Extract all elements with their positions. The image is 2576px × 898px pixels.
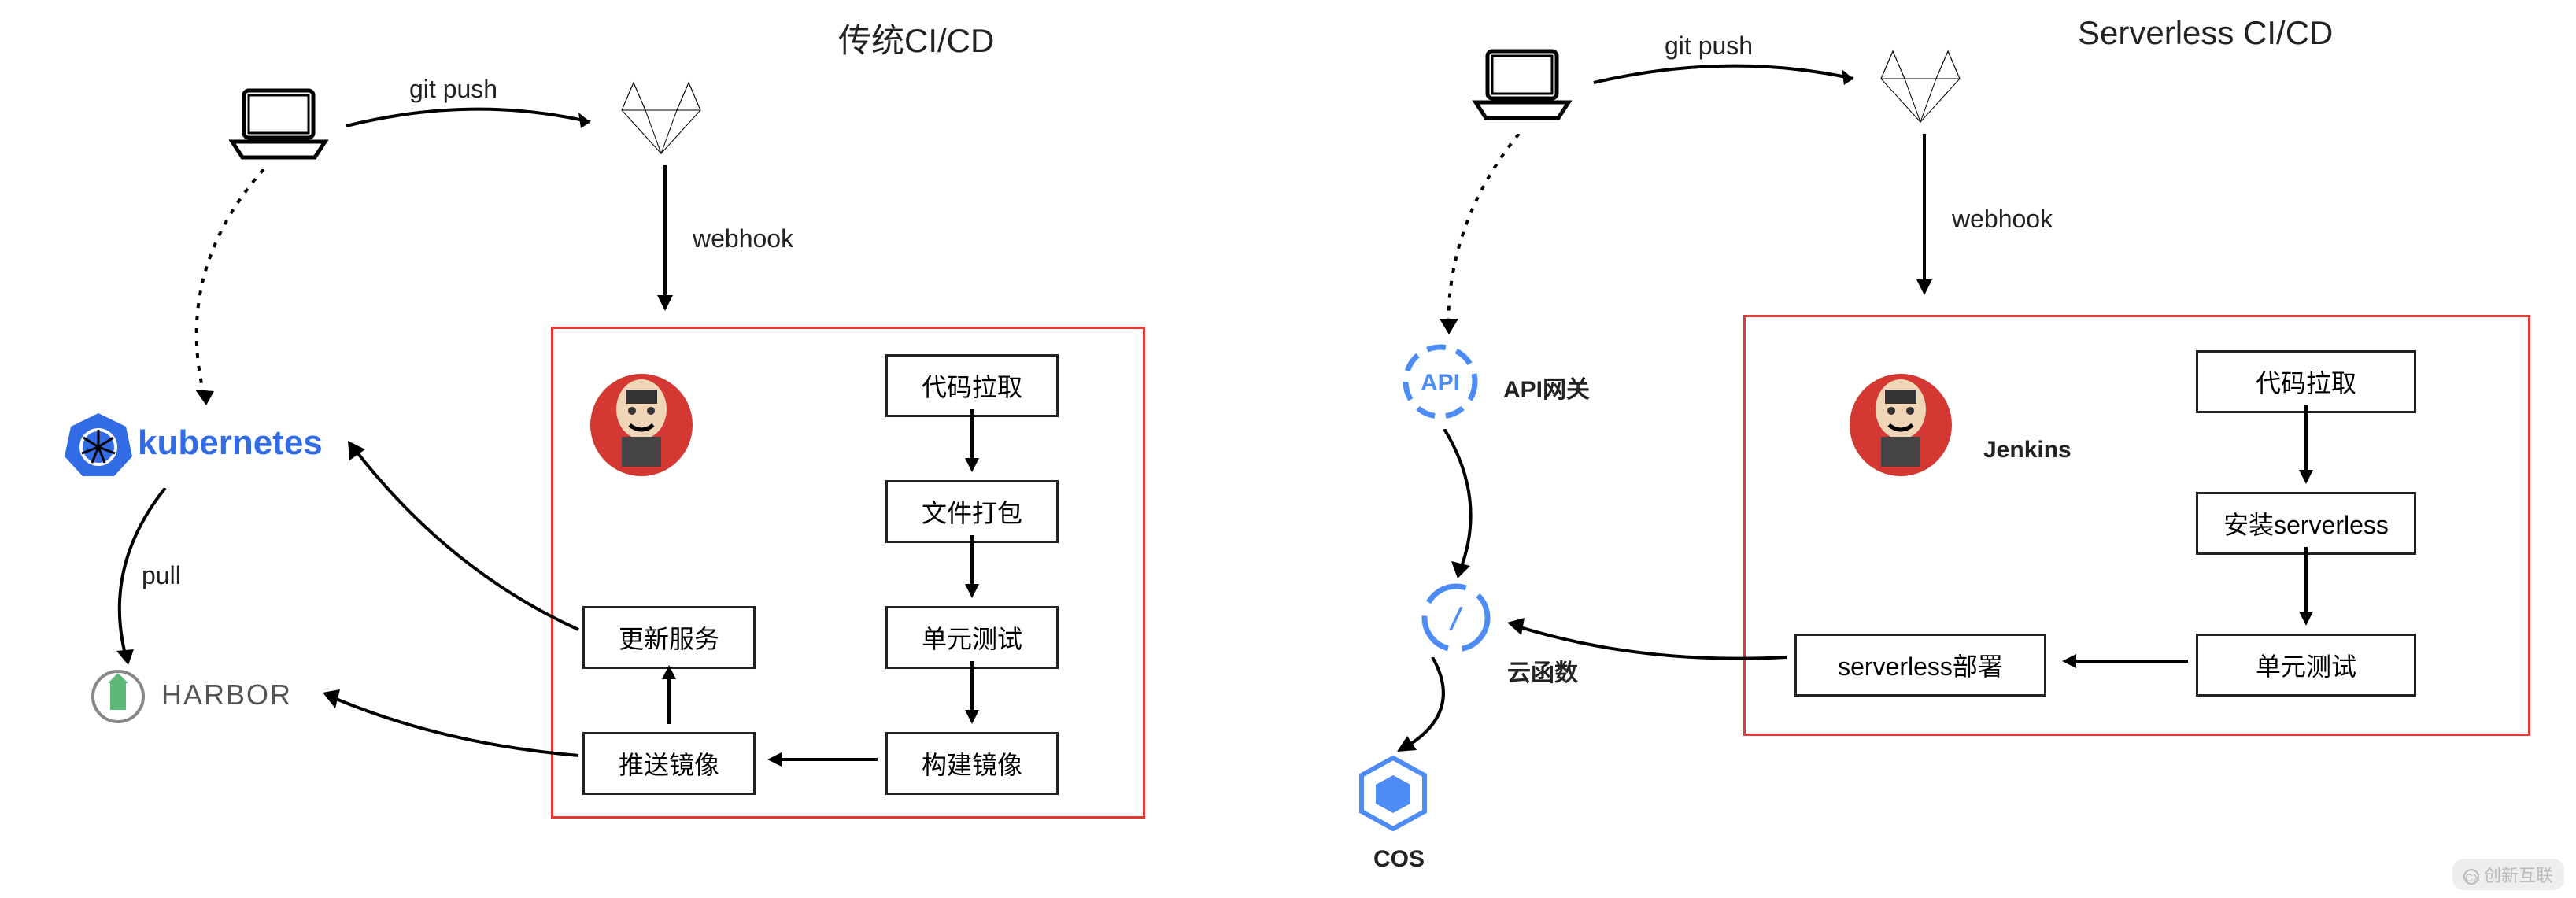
laptop-icon (228, 83, 331, 169)
arrow-left-v4 (657, 661, 681, 732)
watermark: CX创新互联 (2452, 859, 2564, 890)
jenkins-label: Jenkins (1983, 437, 2072, 464)
arrow-push-harbor (315, 685, 586, 771)
step-push-image-left: 推送镜像 (582, 732, 756, 795)
arrow-webhook-left (649, 165, 681, 323)
arrow-right-h1 (2054, 649, 2196, 673)
arrow-git-push-left (338, 98, 606, 146)
step-build-image-left: 构建镜像 (885, 732, 1059, 795)
arrow-left-v1 (960, 409, 984, 480)
jenkins-icon-right (1846, 362, 1956, 488)
step-install-serverless: 安装serverless (2196, 492, 2416, 555)
arrow-webhook-right (1909, 134, 1940, 307)
arrow-left-v3 (960, 661, 984, 732)
arrow-api-func (1417, 429, 1511, 582)
svg-text:API: API (1421, 370, 1460, 396)
svg-text:/: / (1447, 602, 1465, 634)
kubernetes-label: kubernetes (138, 423, 323, 463)
pull-label: pull (142, 561, 181, 590)
arrow-right-v2 (2294, 547, 2318, 634)
diagram-canvas: 传统CI/CD git push webhook 代码拉取 文件打包 单元测试 (0, 0, 2576, 898)
git-push-label-left: git push (409, 75, 497, 104)
jenkins-icon-left (586, 362, 697, 488)
harbor-icon (91, 669, 146, 724)
arrow-func-cos (1385, 657, 1480, 759)
step-serverless-deploy: serverless部署 (1794, 634, 2046, 697)
arrow-right-v1 (2294, 405, 2318, 492)
cos-icon (1354, 752, 1432, 838)
step-file-pack-left: 文件打包 (885, 480, 1059, 543)
harbor-label: HARBOR (161, 678, 292, 711)
arrow-dotted-laptop-api (1417, 134, 1558, 338)
step-code-pull-left: 代码拉取 (885, 354, 1059, 417)
arrow-left-v2 (960, 535, 984, 606)
api-gateway-label: API网关 (1503, 370, 1590, 405)
step-update-service-left: 更新服务 (582, 606, 756, 669)
kubernetes-icon (63, 409, 134, 480)
laptop-icon-right (1472, 43, 1574, 130)
cos-label: COS (1373, 846, 1425, 873)
gitlab-icon (614, 75, 708, 161)
cloud-function-icon: / (1417, 578, 1495, 657)
arrow-deploy-func (1499, 610, 1794, 673)
arrow-update-kube (338, 437, 590, 641)
arrow-git-push-right (1586, 55, 1869, 102)
arrow-dotted-laptop-kube (142, 169, 299, 413)
arrow-left-h1 (759, 748, 885, 771)
step-unit-test-right: 单元测试 (2196, 634, 2416, 697)
left-title: 传统CI/CD (838, 14, 994, 62)
right-title: Serverless CI/CD (2078, 14, 2333, 52)
git-push-label-right: git push (1665, 31, 1753, 61)
gitlab-icon-right (1873, 43, 1968, 130)
webhook-label-left: webhook (693, 224, 793, 253)
webhook-label-right: webhook (1952, 205, 2053, 234)
step-unit-test-left: 单元测试 (885, 606, 1059, 669)
step-code-pull-right: 代码拉取 (2196, 350, 2416, 413)
api-gateway-icon: API (1397, 338, 1484, 425)
